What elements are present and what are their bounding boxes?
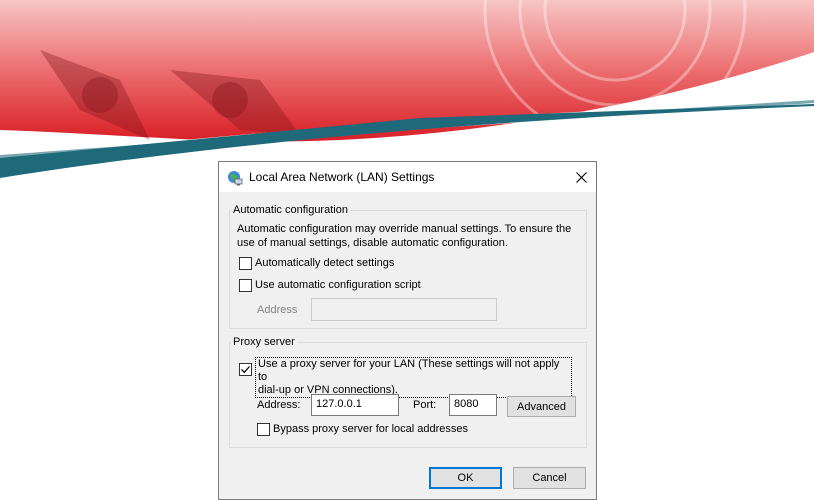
use-script-checkbox[interactable] [239,279,252,292]
title-bar: Local Area Network (LAN) Settings [219,162,596,192]
dialog-title: Local Area Network (LAN) Settings [249,170,435,184]
proxy-server-legend: Proxy server [233,336,295,348]
bypass-row[interactable]: Bypass proxy server for local addresses [257,423,468,436]
use-proxy-label: Use a proxy server for your LAN (These s… [255,357,572,398]
automatic-configuration-description: Automatic configuration may override man… [237,223,572,249]
ok-button[interactable]: OK [429,467,502,489]
use-script-label: Use automatic configuration script [255,279,421,291]
automatic-configuration-legend: Automatic configuration [233,204,348,216]
proxy-port-label: Port: [413,399,437,411]
use-proxy-row[interactable]: Use a proxy server for your LAN (These s… [239,357,572,398]
use-script-row[interactable]: Use automatic configuration script [239,279,421,292]
bypass-label: Bypass proxy server for local addresses [273,423,469,435]
network-globe-icon [228,171,243,186]
close-icon [575,171,587,183]
cancel-button[interactable]: Cancel [513,467,586,489]
lan-settings-dialog: Local Area Network (LAN) Settings Automa… [218,161,597,500]
use-proxy-checkbox[interactable] [239,363,252,376]
advanced-button[interactable]: Advanced [507,396,576,417]
proxy-port-input[interactable]: 8080 [449,394,497,416]
script-address-label: Address [257,304,298,316]
bypass-checkbox[interactable] [257,423,270,436]
auto-detect-checkbox[interactable] [239,257,252,270]
auto-detect-label: Automatically detect settings [255,257,395,269]
proxy-address-label: Address: [257,399,301,411]
auto-detect-row[interactable]: Automatically detect settings [239,257,394,270]
checkmark-icon [241,366,250,374]
script-address-input[interactable] [311,298,497,321]
header-banner [0,0,814,178]
close-button[interactable] [566,162,596,192]
proxy-address-input[interactable]: 127.0.0.1 [311,394,399,416]
